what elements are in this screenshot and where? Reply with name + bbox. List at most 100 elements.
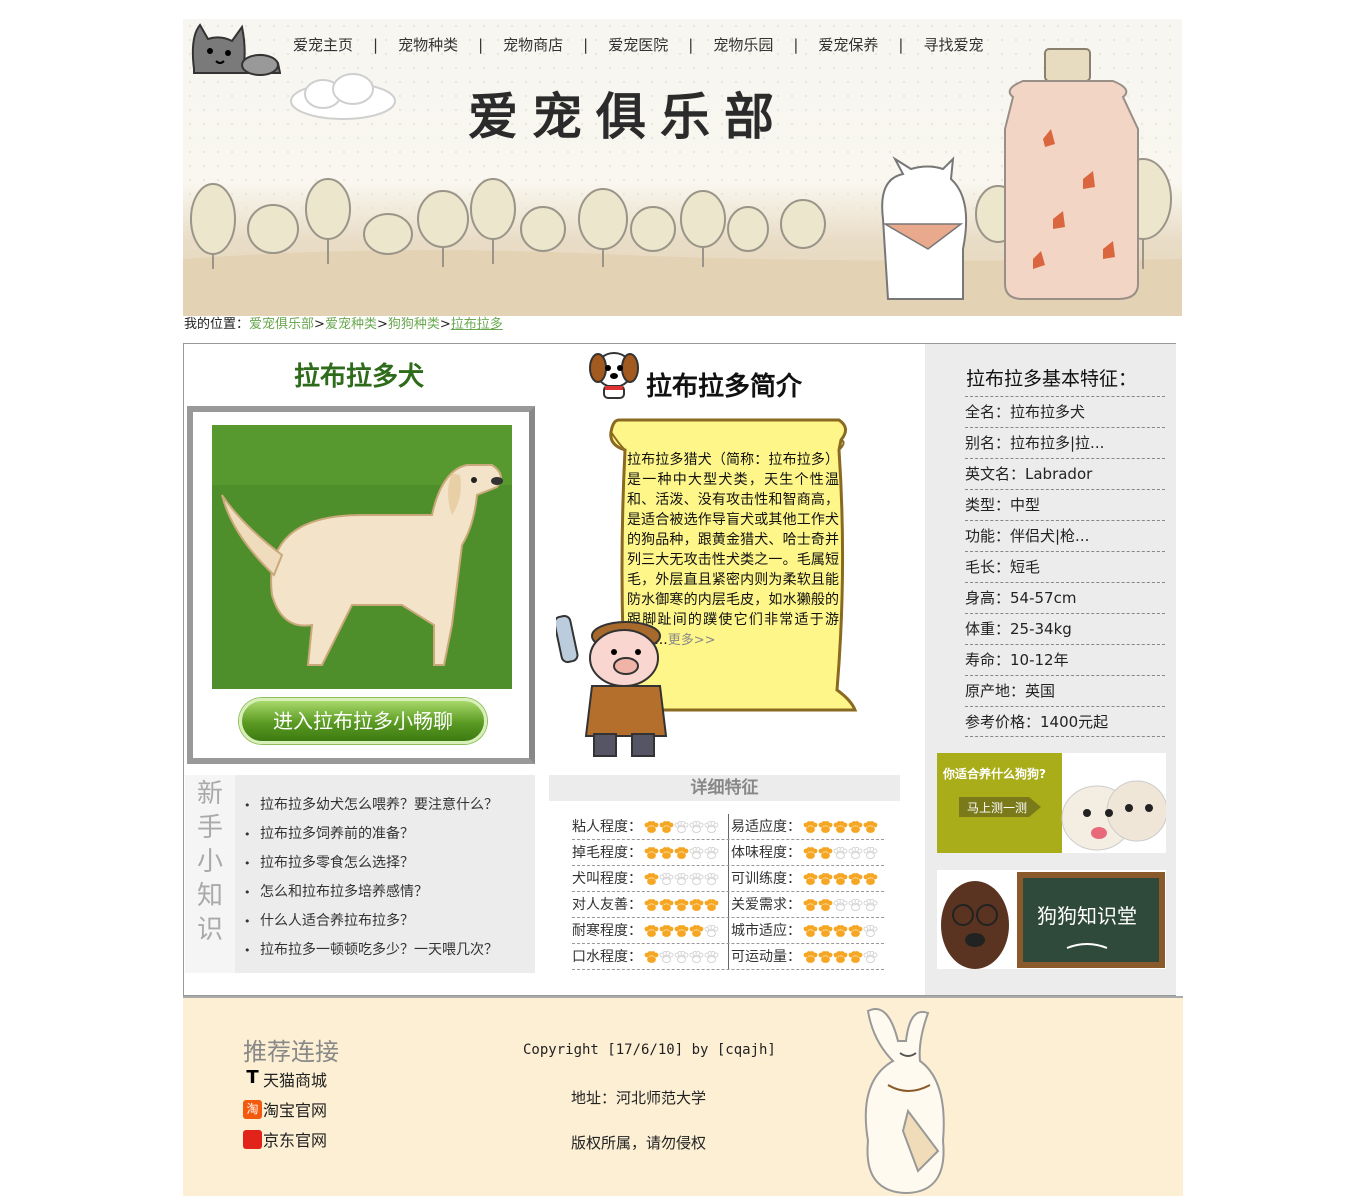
nav-pet-care[interactable]: 爱宠保养: [798, 35, 898, 55]
paw-filled-icon: [833, 872, 848, 885]
feature-cell: 犬叫程度：: [572, 866, 728, 891]
taobao-icon: 淘: [243, 1099, 262, 1119]
tmall-icon: T: [246, 1066, 259, 1088]
novice-link[interactable]: 怎么和拉布拉多培养感情？: [260, 878, 498, 907]
trait-row: 毛长：短毛: [965, 551, 1165, 582]
feature-label: 粘人程度：: [572, 818, 642, 835]
nav-home[interactable]: 爱宠主页: [273, 35, 373, 55]
enter-chat-button[interactable]: 进入拉布拉多小畅聊: [239, 698, 487, 744]
trait-row: 别名：拉布拉多|拉...: [965, 427, 1165, 458]
paw-empty-icon: [833, 846, 848, 859]
paw-filled-icon: [689, 898, 704, 911]
trait-row: 全名：拉布拉多犬: [965, 396, 1165, 427]
breadcrumb-prefix: 我的位置：: [184, 317, 250, 332]
breadcrumb-item-club[interactable]: 爱宠俱乐部: [249, 317, 314, 332]
pig-detective-icon: [556, 614, 668, 757]
feature-label: 对人友善：: [572, 896, 642, 913]
paw-rating: [803, 820, 878, 833]
paw-filled-icon: [644, 846, 659, 859]
breadcrumb-item-labrador[interactable]: 拉布拉多: [451, 317, 503, 332]
paw-filled-icon: [833, 950, 848, 963]
paw-filled-icon: [833, 820, 848, 833]
paw-empty-icon: [704, 820, 719, 833]
paw-rating: [644, 898, 719, 911]
paw-empty-icon: [848, 898, 863, 911]
paw-filled-icon: [818, 950, 833, 963]
feature-cell: 粘人程度：: [572, 814, 728, 839]
rights-text: 版权所属，请勿侵权: [571, 1134, 707, 1152]
paw-filled-icon: [674, 846, 689, 859]
quiz-ad-button[interactable]: 马上测一测: [967, 799, 1027, 816]
dog-name-heading: 拉布拉多犬: [293, 362, 424, 392]
paw-filled-icon: [848, 950, 863, 963]
novice-link[interactable]: 拉布拉多幼犬怎么喂养？要注意什么？: [260, 791, 498, 820]
trait-row: 功能：伴侣犬|枪...: [965, 520, 1165, 551]
novice-link[interactable]: 拉布拉多零食怎么选择？: [260, 849, 498, 878]
novice-title: 新手小知识: [185, 775, 235, 973]
nav-pet-types[interactable]: 宠物种类: [378, 35, 478, 55]
breadcrumb-item-dog-types[interactable]: 狗狗种类: [388, 317, 440, 332]
taobao-link[interactable]: 淘淘宝官网: [243, 1097, 327, 1121]
nav-pet-park[interactable]: 宠物乐园: [693, 35, 793, 55]
paw-empty-icon: [863, 950, 878, 963]
paw-empty-icon: [659, 950, 674, 963]
paw-filled-icon: [818, 872, 833, 885]
novice-link[interactable]: 拉布拉多饲养前的准备？: [260, 820, 498, 849]
paw-filled-icon: [848, 924, 863, 937]
feature-cell: 可训练度：: [728, 866, 884, 891]
paw-filled-icon: [704, 898, 719, 911]
breadcrumb-item-pet-types[interactable]: 爱宠种类: [325, 317, 377, 332]
paw-filled-icon: [644, 898, 659, 911]
jd-link[interactable]: 京东官网: [243, 1127, 327, 1151]
trait-row: 参考价格：1400元起: [965, 706, 1165, 737]
paw-filled-icon: [674, 924, 689, 937]
labrador-photo: [212, 425, 512, 689]
features-table: 粘人程度： 易适应度： 掉毛程度： 体味程度： 犬叫程度： 可训练度： 对人友善： 关爱需求：…: [572, 814, 884, 970]
paw-filled-icon: [674, 898, 689, 911]
nav-pet-hospital[interactable]: 爱宠医院: [588, 35, 688, 55]
paw-empty-icon: [863, 846, 878, 859]
trait-row: 体重：25-34kg: [965, 613, 1165, 644]
paw-filled-icon: [863, 820, 878, 833]
tmall-link[interactable]: T 天猫商城: [243, 1067, 327, 1091]
paw-filled-icon: [644, 872, 659, 885]
feature-row: 对人友善： 关爱需求：: [572, 892, 884, 918]
nav-find-pet[interactable]: 寻找爱宠: [903, 35, 1003, 55]
paw-empty-icon: [833, 898, 848, 911]
novice-list: 拉布拉多幼犬怎么喂养？要注意什么？ 拉布拉多饲养前的准备？ 拉布拉多零食怎么选择…: [260, 791, 498, 965]
traits-title: 拉布拉多基本特征：: [966, 368, 1138, 390]
novice-knowledge-panel: 新手小知识 拉布拉多幼犬怎么喂养？要注意什么？ 拉布拉多饲养前的准备？ 拉布拉多…: [185, 775, 535, 973]
jd-label: 京东官网: [263, 1131, 328, 1150]
paw-empty-icon: [674, 950, 689, 963]
feature-row: 粘人程度： 易适应度：: [572, 814, 884, 840]
taobao-label: 淘宝官网: [263, 1101, 328, 1120]
paw-filled-icon: [659, 898, 674, 911]
photo-frame: 进入拉布拉多小畅聊: [187, 406, 535, 764]
breadcrumb-sep: >: [439, 317, 451, 332]
header-banner: 爱宠主页 | 宠物种类 | 宠物商店 | 爱宠医院 | 宠物乐园 | 爱宠保养 …: [183, 19, 1182, 316]
dog-knowledge-ad[interactable]: 狗狗知识堂: [937, 870, 1166, 969]
jd-icon: [243, 1129, 262, 1149]
paw-rating: [644, 950, 719, 963]
features-title: 详细特征: [549, 775, 900, 801]
nav-pet-store[interactable]: 宠物商店: [483, 35, 583, 55]
paw-filled-icon: [803, 872, 818, 885]
breadcrumb: 我的位置：爱宠俱乐部>爱宠种类>狗狗种类>拉布拉多: [184, 316, 503, 334]
quiz-ad-banner[interactable]: 你适合养什么狗狗? 马上测一测: [937, 753, 1166, 853]
footer: 推荐连接 T 天猫商城 淘淘宝官网 京东官网 Copyright [17/6/10…: [183, 996, 1183, 1196]
feature-label: 关爱需求：: [731, 896, 801, 913]
paw-empty-icon: [674, 820, 689, 833]
banner-illustration: [183, 48, 1182, 316]
breadcrumb-sep: >: [314, 317, 325, 332]
paw-rating: [644, 924, 719, 937]
paw-filled-icon: [659, 924, 674, 937]
feature-label: 可运动量：: [731, 948, 801, 965]
novice-link[interactable]: 什么人适合养拉布拉多？: [260, 907, 498, 936]
paw-empty-icon: [689, 872, 704, 885]
novice-link[interactable]: 拉布拉多一顿顿吃多少？一天喂几次？: [260, 936, 498, 965]
feature-cell: 易适应度：: [728, 814, 884, 839]
paw-filled-icon: [644, 820, 659, 833]
feature-cell: 关爱需求：: [728, 892, 884, 917]
trait-row: 原产地：英国: [965, 675, 1165, 706]
paw-filled-icon: [644, 950, 659, 963]
